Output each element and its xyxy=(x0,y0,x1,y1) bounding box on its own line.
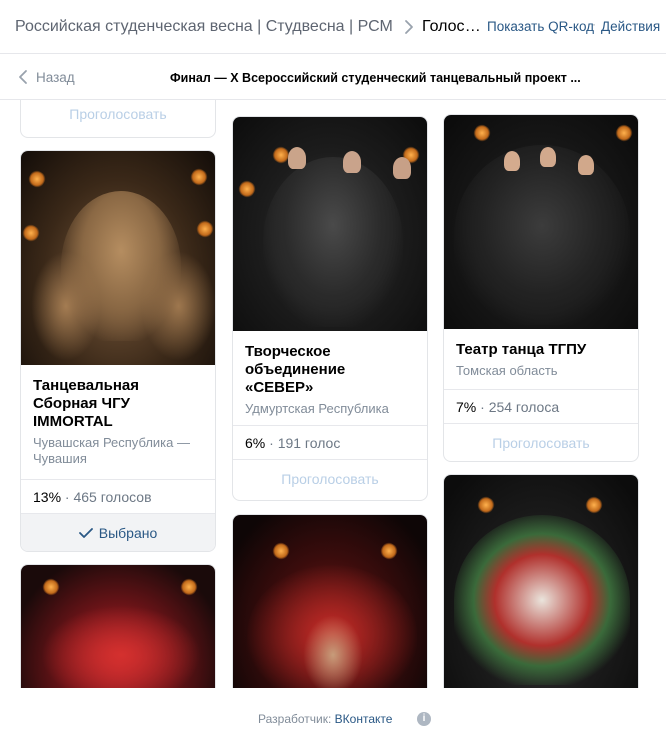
actions-link[interactable]: Действия xyxy=(601,19,660,34)
vote-stats: 13% · 465 голосов xyxy=(21,479,215,513)
app-header: Российская студенческая весна | Студвесн… xyxy=(0,0,666,54)
sub-header: Назад Финал — X Всероссийский студенческ… xyxy=(0,55,666,100)
vote-stats: 7% · 254 голоса xyxy=(444,389,638,423)
breadcrumb-current: Голосование xyxy=(422,18,484,35)
nominee-region: Удмуртская Республика xyxy=(245,401,389,416)
back-button[interactable]: Назад xyxy=(18,69,75,85)
nominee-name[interactable]: Театр танца ТГПУ xyxy=(444,341,638,359)
nominee-card xyxy=(232,514,428,688)
nominee-card: Творческое объединение «СЕВЕР» Удмуртска… xyxy=(232,116,428,501)
check-icon xyxy=(78,528,93,538)
vote-stats: 6% · 191 голос xyxy=(233,425,427,459)
nominee-photo xyxy=(233,515,427,688)
nominee-card: Проголосовать xyxy=(20,100,216,138)
separator-dot: · xyxy=(592,17,596,31)
vote-percent: 13% xyxy=(33,489,62,505)
nominee-name[interactable]: Творческое объединение «СЕВЕР» xyxy=(233,343,427,397)
vote-percent: 6% xyxy=(245,435,266,451)
developer-prefix: Разработчик: xyxy=(258,712,332,726)
nominee-photo xyxy=(21,565,215,688)
vote-percent: 7% xyxy=(456,399,477,415)
vote-button[interactable]: Проголосовать xyxy=(444,423,638,461)
stat-separator: · xyxy=(265,435,278,451)
chevron-right-icon xyxy=(405,20,413,34)
chevron-left-icon xyxy=(19,70,27,84)
vote-count: 465 голосов xyxy=(73,489,152,505)
page-title: Финал — X Всероссийский студенческий тан… xyxy=(170,71,581,85)
vote-button[interactable]: Проголосовать xyxy=(233,459,427,497)
nominee-name[interactable]: Танцевальная Сборная ЧГУ IMMORTAL xyxy=(21,377,215,431)
vote-button[interactable]: Проголосовать xyxy=(21,100,215,133)
chosen-label: Выбрано xyxy=(98,525,158,541)
nominee-card xyxy=(443,474,639,688)
back-label: Назад xyxy=(36,69,75,85)
nominee-photo xyxy=(444,475,638,688)
breadcrumb-root[interactable]: Российская студенческая весна | Студвесн… xyxy=(15,18,393,36)
show-qr-link[interactable]: Показать QR-код xyxy=(487,19,594,34)
nominee-card: Театр танца ТГПУ Томская область 7% · 25… xyxy=(443,114,639,462)
nominee-region: Чувашская Республика — Чувашия xyxy=(33,435,190,466)
nominee-card: Танцевальная Сборная ЧГУ IMMORTAL Чувашс… xyxy=(20,150,216,552)
nominee-photo xyxy=(21,151,215,365)
stat-separator: · xyxy=(476,399,489,415)
nominee-photo xyxy=(233,117,427,331)
nominee-region: Томская область xyxy=(456,363,558,378)
nominee-photo xyxy=(444,115,638,329)
nominees-grid[interactable]: Проголосовать Танцевальная Сборная ЧГУ I… xyxy=(0,100,666,688)
developer-link[interactable]: ВКонтакте xyxy=(335,712,393,726)
nominee-card xyxy=(20,564,216,688)
developer-credit: Разработчик: ВКонтакте xyxy=(258,712,392,726)
info-icon[interactable]: i xyxy=(417,712,431,726)
chosen-button[interactable]: Выбрано xyxy=(21,513,215,551)
stat-separator: · xyxy=(61,489,74,505)
vote-count: 254 голоса xyxy=(488,399,560,415)
vote-count: 191 голос xyxy=(277,435,341,451)
